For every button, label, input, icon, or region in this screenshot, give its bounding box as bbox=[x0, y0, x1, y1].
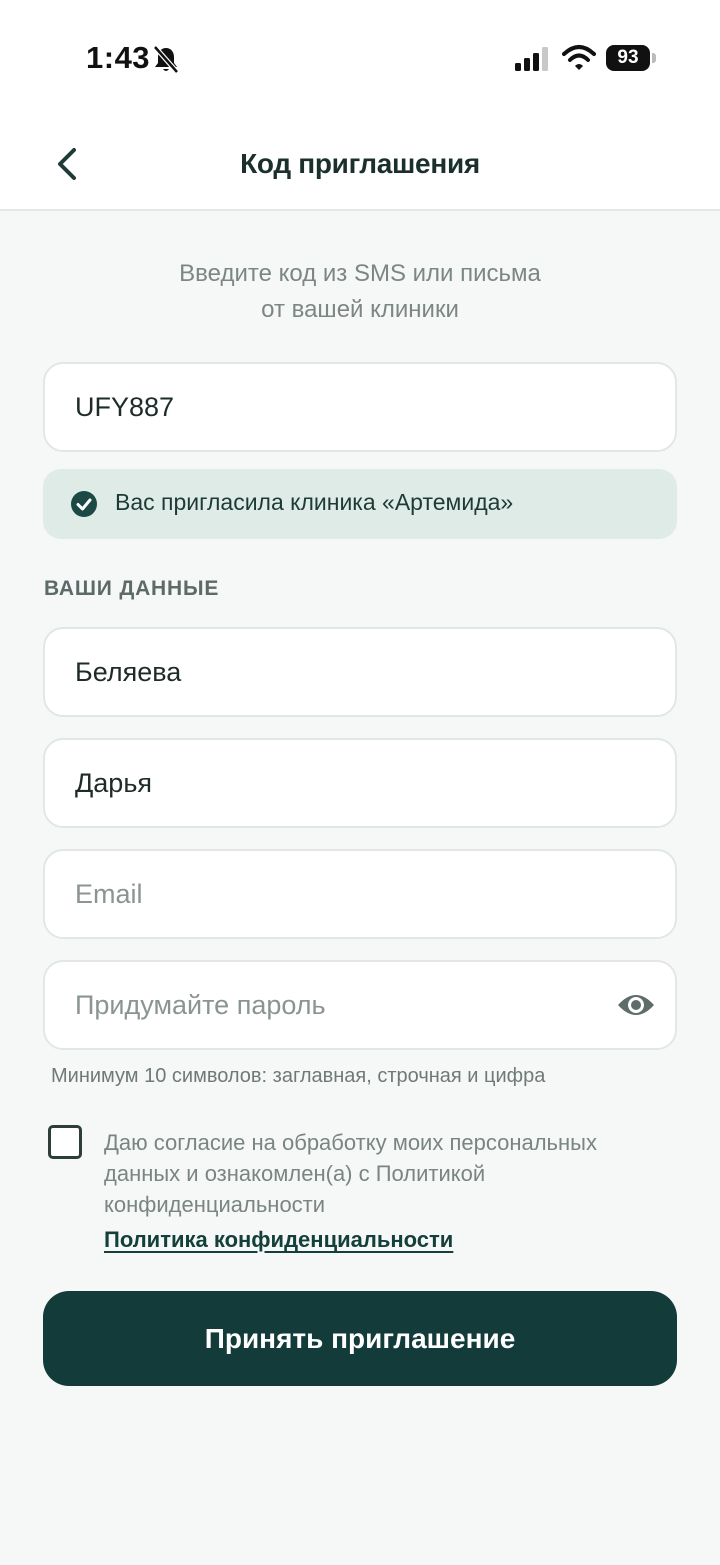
consent-text: Даю согласие на обработку моих персональ… bbox=[104, 1130, 597, 1217]
battery-icon: 93 bbox=[606, 45, 650, 71]
cellular-signal-icon bbox=[515, 47, 548, 71]
password-field[interactable] bbox=[43, 960, 677, 1050]
last-name-field[interactable] bbox=[43, 627, 677, 717]
invite-confirmation-banner: Вас пригласила клиника «Артемида» bbox=[43, 469, 677, 539]
password-hint: Минимум 10 символов: заглавная, строчная… bbox=[51, 1065, 546, 1087]
invite-code-input[interactable] bbox=[75, 364, 615, 450]
battery-tip bbox=[652, 53, 656, 63]
check-circle-icon bbox=[71, 491, 97, 517]
eye-icon[interactable] bbox=[617, 989, 655, 1021]
battery-level: 93 bbox=[617, 47, 639, 68]
wifi-icon bbox=[562, 45, 596, 70]
privacy-policy-link[interactable]: Политика конфиденциальности bbox=[104, 1227, 453, 1253]
page-title: Код приглашения bbox=[240, 148, 480, 179]
section-label-your-data: ВАШИ ДАННЫЕ bbox=[44, 577, 220, 600]
consent-checkbox[interactable] bbox=[48, 1125, 82, 1159]
invite-banner-text: Вас пригласила клиника «Артемида» bbox=[115, 489, 514, 515]
first-name-input[interactable] bbox=[75, 740, 615, 826]
password-input[interactable] bbox=[75, 962, 615, 1048]
last-name-input[interactable] bbox=[75, 629, 615, 715]
email-field[interactable] bbox=[43, 849, 677, 939]
status-time: 1:43 bbox=[86, 40, 151, 75]
first-name-field[interactable] bbox=[43, 738, 677, 828]
bell-slash-icon bbox=[153, 45, 179, 74]
instructions-line-2: от вашей клиники bbox=[261, 296, 459, 323]
accept-invitation-button[interactable]: Принять приглашение bbox=[43, 1291, 677, 1386]
status-bar: 1:43 93 bbox=[0, 0, 720, 118]
instructions-text: Введите код из SMS или письма от вашей к… bbox=[0, 256, 720, 328]
instructions-line-1: Введите код из SMS или письма bbox=[179, 260, 541, 287]
nav-bar: Код приглашения bbox=[0, 118, 720, 211]
invite-code-field[interactable] bbox=[43, 362, 677, 452]
email-input[interactable] bbox=[75, 851, 615, 937]
